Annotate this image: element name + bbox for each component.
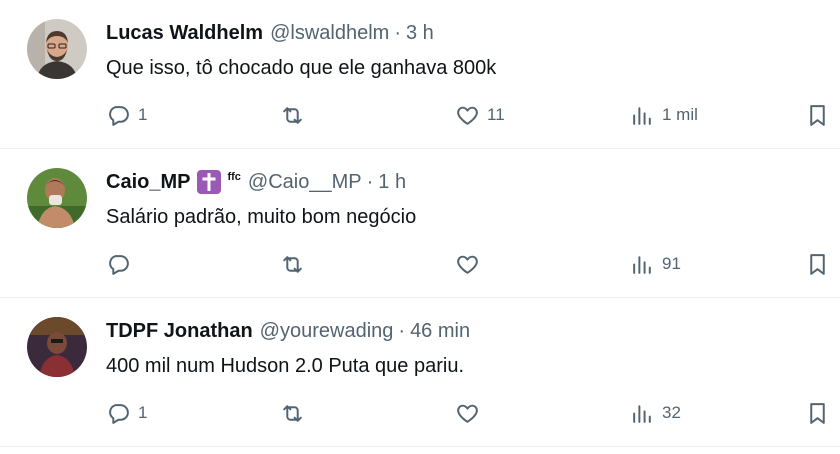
like-button[interactable]: [455, 249, 487, 279]
user-handle[interactable]: @Caio__MP: [248, 169, 362, 195]
timestamp[interactable]: 1 h: [378, 169, 406, 195]
views-icon: [633, 404, 651, 423]
user-handle[interactable]: @lswaldhelm: [270, 20, 389, 46]
separator: ·: [394, 22, 401, 44]
separator: ·: [366, 171, 374, 193]
retweet-icon: [283, 404, 302, 422]
like-icon: [457, 255, 478, 274]
separator: ·: [398, 320, 406, 342]
views-icon: [633, 255, 651, 274]
user-name[interactable]: Caio_MP: [106, 169, 190, 195]
bookmark-button[interactable]: [805, 100, 830, 130]
action-bar: 1 32: [0, 398, 840, 428]
timestamp[interactable]: 3 h: [406, 20, 434, 46]
bookmark-button[interactable]: [805, 249, 830, 279]
avatar[interactable]: [27, 317, 87, 377]
action-bar: 91: [0, 249, 840, 279]
tweet-text: 400 mil num Hudson 2.0 Puta que pariu.: [106, 355, 464, 377]
reply-count: 1: [138, 403, 148, 422]
like-button[interactable]: [455, 398, 487, 428]
views-count: 91: [662, 254, 681, 273]
user-name[interactable]: TDPF Jonathan: [106, 318, 253, 344]
retweet-icon: [283, 255, 302, 273]
like-count: 11: [487, 105, 505, 124]
views-icon: [633, 106, 651, 125]
bookmark-icon: [810, 402, 825, 424]
retweet-button[interactable]: [280, 249, 312, 279]
views-button[interactable]: 32: [630, 398, 681, 428]
retweet-icon: [283, 106, 302, 124]
action-bar: 1 11 1 mil: [0, 100, 840, 130]
cross-icon: [197, 170, 222, 194]
user-name[interactable]: Lucas Waldhelm: [106, 20, 263, 46]
tweet-text: Que isso, tô chocado que ele ganhava 800…: [106, 57, 497, 79]
views-count: 1 mil: [662, 105, 698, 124]
retweet-button[interactable]: [280, 100, 312, 130]
tweet-text: Salário padrão, muito bom negócio: [106, 206, 417, 228]
bookmark-icon: [810, 253, 825, 275]
bookmark-button[interactable]: [805, 398, 830, 428]
reply-icon: [109, 403, 129, 424]
tweet[interactable]: Lucas Waldhelm @lswaldhelm · 3 h Que iss…: [0, 0, 840, 149]
like-button[interactable]: 11: [455, 100, 505, 130]
reply-button[interactable]: [106, 249, 138, 279]
tweet-header: Caio_MP ffc @Caio__MP · 1 h: [106, 169, 406, 195]
retweet-button[interactable]: [280, 398, 312, 428]
tweet[interactable]: TDPF Jonathan @yourewading · 46 min 400 …: [0, 298, 840, 447]
badge-tag: ffc: [227, 171, 241, 183]
views-button[interactable]: 91: [630, 249, 681, 279]
reply-icon: [109, 105, 129, 126]
tweet-header: Lucas Waldhelm @lswaldhelm · 3 h: [106, 20, 434, 46]
user-handle[interactable]: @yourewading: [260, 318, 394, 344]
views-count: 32: [662, 403, 681, 422]
reply-button[interactable]: 1: [106, 100, 147, 130]
avatar[interactable]: [27, 168, 87, 228]
tweet[interactable]: Caio_MP ffc @Caio__MP · 1 h Salário padr…: [0, 149, 840, 298]
like-icon: [457, 404, 478, 423]
reply-button[interactable]: 1: [106, 398, 147, 428]
like-icon: [457, 106, 478, 125]
reply-count: 1: [138, 105, 148, 124]
avatar[interactable]: [27, 19, 87, 79]
timestamp[interactable]: 46 min: [410, 318, 470, 344]
reply-icon: [109, 254, 129, 275]
bookmark-icon: [810, 104, 825, 126]
views-button[interactable]: 1 mil: [630, 100, 698, 130]
tweet-header: TDPF Jonathan @yourewading · 46 min: [106, 318, 470, 344]
